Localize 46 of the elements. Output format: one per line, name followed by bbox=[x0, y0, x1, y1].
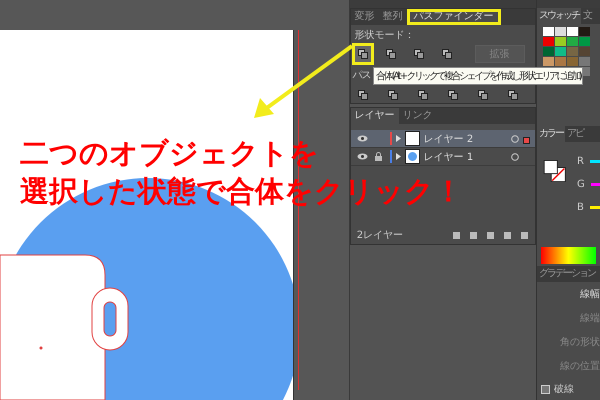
panel-tab[interactable]: カラー bbox=[537, 126, 565, 142]
layer-count: 2レイヤー bbox=[356, 229, 404, 242]
target-circle-icon[interactable] bbox=[511, 152, 519, 160]
eye-icon[interactable] bbox=[356, 153, 368, 160]
color-spectrum[interactable] bbox=[541, 247, 596, 264]
section-label: パス bbox=[352, 69, 372, 83]
overlap-squares-icon bbox=[414, 49, 424, 59]
channel-label: B bbox=[577, 202, 584, 214]
layer-name: レイヤー 2 bbox=[424, 132, 474, 146]
section-label: 形状モード： bbox=[354, 28, 416, 43]
tooltip: 合体 (Alt + クリックで複合シェイプを作成し形状エリアに追加) bbox=[373, 67, 584, 85]
panel-tab[interactable]: スウォッチ bbox=[537, 8, 581, 24]
channel-slider-mark[interactable] bbox=[590, 206, 600, 210]
layer-row[interactable]: レイヤー 2 bbox=[350, 130, 535, 148]
stroke-option-label: 線幅 bbox=[579, 288, 600, 302]
panel-tab[interactable]: レイヤー bbox=[350, 108, 399, 124]
selection-square-icon bbox=[523, 137, 530, 144]
fill-stroke-icon[interactable] bbox=[543, 160, 567, 182]
layer-name: レイヤー 1 bbox=[424, 150, 474, 164]
dashed-line-label: 破線 bbox=[554, 382, 574, 396]
overlap-squares-icon bbox=[508, 90, 518, 100]
overlap-squares-icon bbox=[442, 49, 452, 59]
channel-label: R bbox=[577, 156, 584, 168]
channel-label: G bbox=[577, 179, 585, 190]
overlap-squares-icon bbox=[358, 90, 368, 100]
unite-icon bbox=[358, 49, 368, 59]
channel-slider-mark[interactable] bbox=[590, 160, 600, 164]
layer-thumbnail bbox=[404, 131, 420, 146]
overlap-squares-icon bbox=[386, 49, 396, 59]
stroke-option-label: 角の形状 bbox=[559, 336, 600, 350]
eye-icon[interactable] bbox=[356, 135, 368, 142]
lock-icon[interactable] bbox=[375, 152, 382, 161]
expand-triangle-icon[interactable] bbox=[396, 153, 401, 160]
overlap-squares-icon bbox=[448, 90, 458, 100]
overlap-squares-icon bbox=[418, 90, 428, 100]
stroke-option-label: 線端 bbox=[579, 312, 600, 326]
target-circle-icon[interactable] bbox=[511, 134, 519, 142]
expand-triangle-icon[interactable] bbox=[396, 135, 401, 142]
stroke-option-label: 線の位置 bbox=[559, 360, 600, 374]
layer-row[interactable]: レイヤー 1 bbox=[350, 148, 535, 166]
overlap-squares-icon bbox=[478, 90, 488, 100]
channel-slider-mark[interactable] bbox=[590, 183, 600, 186]
unite-button[interactable] bbox=[354, 46, 371, 62]
overlap-squares-icon bbox=[388, 90, 398, 100]
checkbox-icon[interactable] bbox=[541, 384, 550, 394]
layer-thumbnail bbox=[404, 149, 420, 164]
